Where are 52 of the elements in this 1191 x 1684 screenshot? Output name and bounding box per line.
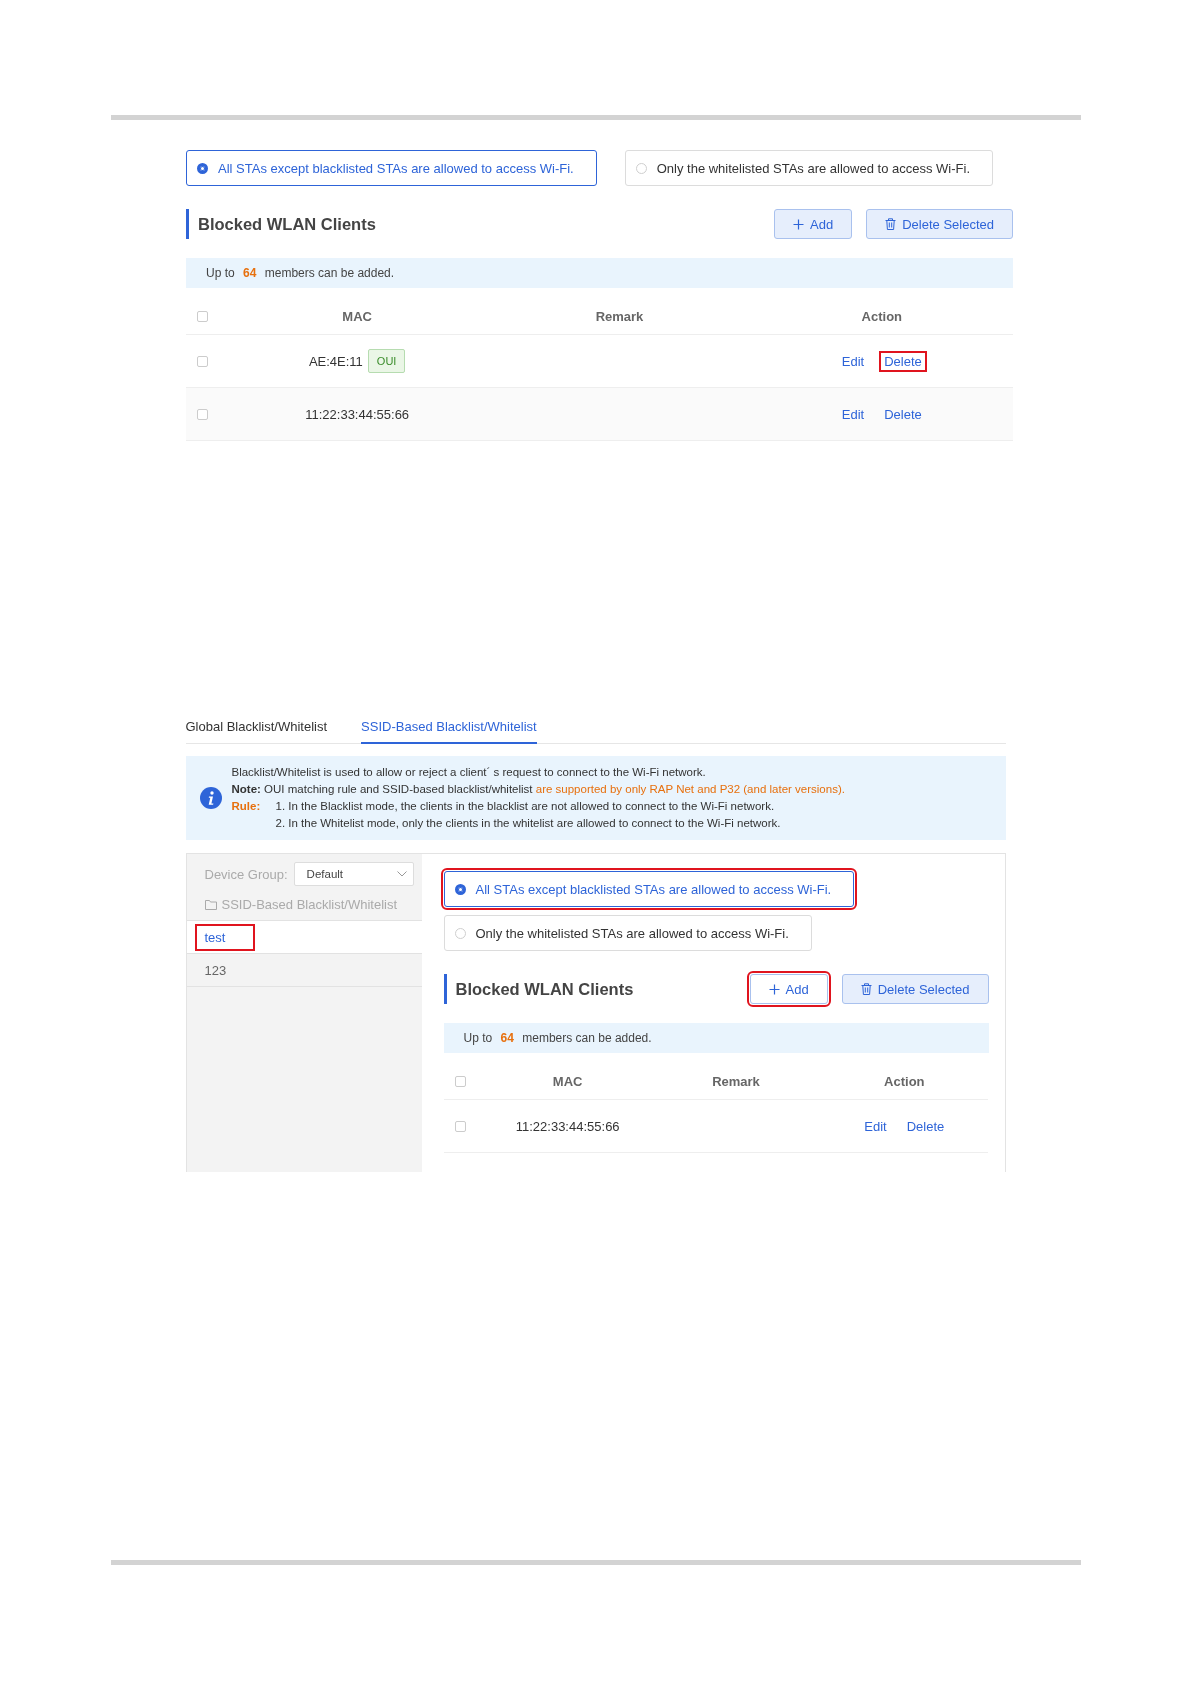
- rule-label: Rule:: [231, 799, 262, 814]
- column-header: Action: [884, 1073, 925, 1089]
- table-cell: 11:22:33:44:55:66: [305, 406, 410, 422]
- plus-icon: [768, 983, 780, 995]
- section-title: Blocked WLAN Clients: [186, 209, 761, 239]
- radio-option[interactable]: All STAs except blacklisted STAs are allowed to access Wi-Fi.: [186, 150, 597, 186]
- delete-link[interactable]: Delete: [903, 1117, 948, 1135]
- delete-link[interactable]: Delete: [881, 405, 925, 423]
- field-label: Device Group:: [204, 866, 288, 882]
- edit-link[interactable]: Edit: [838, 405, 868, 423]
- checkbox[interactable]: [454, 1075, 466, 1087]
- sidebar-item[interactable]: test: [186, 921, 422, 954]
- delete-button[interactable]: Delete Selected: [841, 974, 989, 1004]
- info-icon: [199, 787, 222, 809]
- plus-icon: [793, 218, 805, 230]
- table-cell: AE:4E:11: [308, 353, 363, 369]
- table-cell: 11:22:33:44:55:66: [515, 1118, 620, 1134]
- tab[interactable]: Global Blacklist/Whitelist: [185, 713, 328, 744]
- checkbox[interactable]: [197, 408, 208, 420]
- column-header: MAC: [342, 308, 372, 324]
- radio-option[interactable]: All STAs except blacklisted STAs are allowed to access Wi-Fi.: [443, 871, 855, 907]
- rule-text: 1. In the Blacklist mode, the clients in the blacklist are not allowed to connect to the Wi-Fi network.: [275, 799, 776, 814]
- column-header: MAC: [552, 1073, 583, 1089]
- column-header: Remark: [595, 308, 644, 324]
- oui-badge: OUI: [367, 349, 406, 373]
- info-text: Blacklist/Whitelist is used to allow or reject a client´ s request to connect to the Wi-Fi network.: [231, 765, 707, 780]
- trash-icon: [860, 983, 872, 995]
- checkbox[interactable]: [197, 355, 208, 367]
- checkbox[interactable]: [197, 310, 208, 322]
- section-title: Blocked WLAN Clients: [443, 974, 736, 1004]
- column-header: Remark: [712, 1073, 760, 1089]
- checkbox[interactable]: [454, 1120, 466, 1132]
- trash-icon: [885, 218, 897, 230]
- folder-icon: [204, 899, 217, 910]
- note-text: Note: OUI matching rule and SSID-based blacklist/whitelist are supported by only RAP Net and P32 (and later versions).: [231, 782, 845, 797]
- delete-link[interactable]: Delete: [881, 352, 925, 370]
- folder-label: SSID-Based Blacklist/Whitelist: [221, 897, 398, 912]
- notice-text: Up to 64 members can be added.: [186, 258, 1013, 288]
- column-header: Action: [861, 308, 903, 324]
- add-button[interactable]: Add: [749, 974, 828, 1004]
- rule-text: 2. In the Whitelist mode, only the clients in the whitelist are allowed to connect to the Wi-Fi network.: [275, 816, 782, 831]
- sidebar-item[interactable]: 123: [186, 954, 422, 987]
- device-group-select[interactable]: Default: [293, 862, 414, 886]
- chevron-icon: [396, 871, 407, 877]
- edit-link[interactable]: Edit: [838, 352, 868, 370]
- edit-link[interactable]: Edit: [861, 1117, 890, 1135]
- add-button[interactable]: Add: [774, 209, 853, 239]
- radio-option[interactable]: Only the whitelisted STAs are allowed to access Wi-Fi.: [443, 915, 812, 951]
- notice-text: Up to 64 members can be added.: [443, 1023, 989, 1053]
- delete-button[interactable]: Delete Selected: [866, 209, 1013, 239]
- tab[interactable]: SSID-Based Blacklist/Whitelist: [361, 713, 537, 744]
- radio-option[interactable]: Only the whitelisted STAs are allowed to access Wi-Fi.: [624, 150, 994, 186]
